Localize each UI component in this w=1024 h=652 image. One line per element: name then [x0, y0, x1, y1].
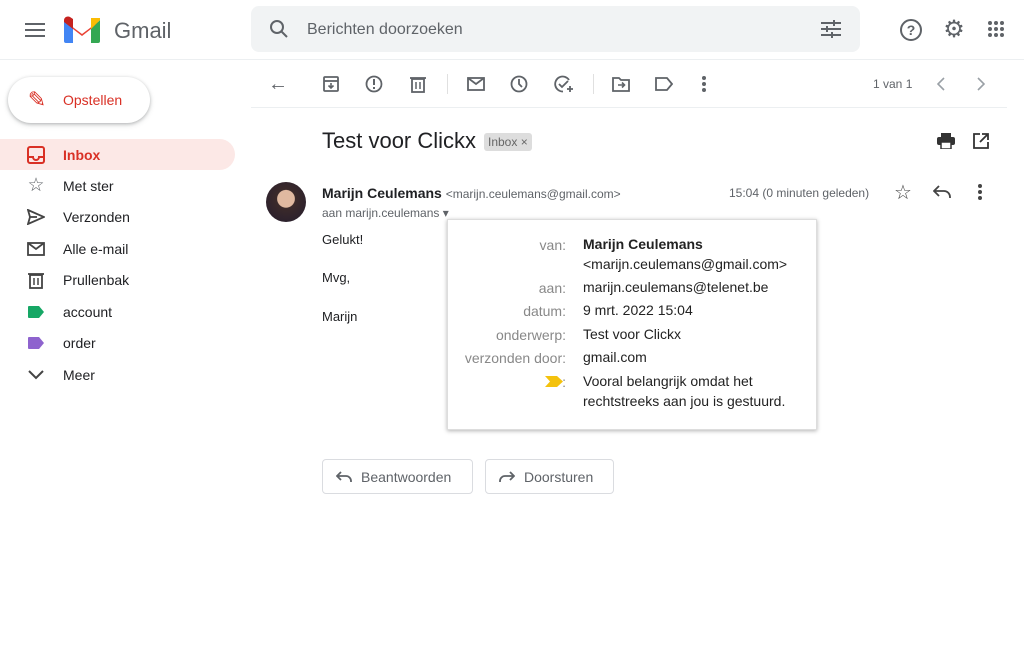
message-toolbar: ← 1 van 1: [251, 60, 1007, 108]
app-name: Gmail: [114, 18, 172, 43]
sender: Marijn Ceulemans <marijn.ceulemans@gmail…: [322, 185, 621, 201]
mark-unread-icon[interactable]: [466, 74, 486, 94]
chevron-right-icon[interactable]: [973, 74, 989, 94]
reply-icon: [335, 469, 353, 485]
from-name: Marijn Ceulemans: [583, 236, 703, 252]
sender-email: <marijn.ceulemans@gmail.com>: [445, 187, 621, 201]
apps-icon[interactable]: [986, 19, 1006, 39]
archive-icon[interactable]: [321, 74, 341, 94]
menu-icon[interactable]: [22, 18, 48, 42]
help-icon[interactable]: ?: [900, 19, 922, 41]
star-icon[interactable]: ☆: [892, 181, 914, 204]
add-task-icon[interactable]: [553, 74, 575, 94]
dropdown-arrow-icon[interactable]: ▾: [443, 206, 449, 220]
sidebar-item-trash[interactable]: Prullenbak: [0, 264, 235, 295]
email-time: 15:04 (0 minuten geleden): [729, 186, 870, 200]
label-chip[interactable]: Inbox ×: [484, 133, 532, 151]
email-body-line: Mvg,: [322, 270, 351, 285]
forward-icon: [498, 469, 516, 485]
importance-reason: Vooral belangrijk omdat het rechtstreeks…: [583, 373, 786, 409]
sender-name: Marijn Ceulemans: [322, 185, 442, 201]
from-email: <marijn.ceulemans@gmail.com>: [583, 256, 788, 272]
move-to-icon[interactable]: [611, 74, 631, 94]
print-icon[interactable]: [935, 131, 957, 151]
open-new-window-icon[interactable]: [971, 131, 991, 151]
more-options-icon[interactable]: [697, 74, 711, 94]
more-options-icon[interactable]: [974, 182, 986, 202]
forward-button[interactable]: Doorsturen: [485, 459, 614, 494]
reply-button[interactable]: Beantwoorden: [322, 459, 473, 494]
close-icon[interactable]: ×: [521, 135, 528, 149]
pagination-text: 1 van 1: [873, 77, 913, 91]
sidebar-item-order[interactable]: order: [0, 327, 235, 358]
email-body-line: Gelukt!: [322, 232, 364, 247]
label-icon[interactable]: [654, 74, 674, 94]
mail-icon: [26, 239, 46, 259]
label-icon: [26, 336, 46, 350]
sidebar-item-starred[interactable]: ☆ Met ster: [0, 170, 235, 201]
subject-detail: Test voor Clickx: [583, 326, 682, 342]
email-subject: Test voor Clickx: [322, 128, 477, 153]
settings-icon[interactable]: ⚙: [941, 16, 967, 43]
report-spam-icon[interactable]: [364, 74, 384, 94]
importance-marker-icon: [545, 376, 563, 387]
search-input[interactable]: Berichten doorzoeken: [307, 21, 463, 39]
reply-icon[interactable]: [931, 181, 953, 203]
to-address: marijn.ceulemans@telenet.be: [583, 279, 769, 295]
sidebar-item-all-mail[interactable]: Alle e-mail: [0, 233, 235, 264]
search-icon[interactable]: [267, 17, 291, 41]
search-options-icon[interactable]: [819, 18, 843, 40]
sidebar-item-account[interactable]: account: [0, 296, 235, 327]
star-icon: ☆: [27, 174, 45, 196]
snooze-icon[interactable]: [509, 74, 529, 94]
sidebar-item-sent[interactable]: Verzonden: [0, 201, 235, 232]
back-icon[interactable]: ←: [267, 73, 289, 95]
label-icon: [26, 305, 46, 319]
search-bar[interactable]: Berichten doorzoeken: [251, 6, 860, 52]
sidebar-item-inbox[interactable]: Inbox: [0, 139, 235, 170]
email-body-line: Marijn: [322, 309, 358, 324]
sidebar-item-more[interactable]: Meer: [0, 359, 235, 390]
chevron-down-icon: [26, 367, 46, 383]
mailed-by: gmail.com: [583, 349, 647, 365]
delete-icon[interactable]: [408, 74, 428, 94]
recipient-toggle[interactable]: aan marijn.ceulemans ▾: [322, 206, 449, 220]
gmail-logo[interactable]: [64, 16, 100, 43]
chevron-left-icon[interactable]: [933, 74, 949, 94]
pencil-icon: ✎: [27, 87, 47, 112]
details-popup: van: Marijn Ceulemans <marijn.ceulemans@g…: [447, 219, 817, 430]
avatar[interactable]: [266, 182, 306, 222]
compose-button[interactable]: ✎ Opstellen: [8, 77, 150, 123]
date: 9 mrt. 2022 15:04: [583, 302, 693, 318]
inbox-icon: [26, 145, 46, 165]
send-icon: [26, 207, 46, 227]
trash-icon: [26, 270, 46, 290]
